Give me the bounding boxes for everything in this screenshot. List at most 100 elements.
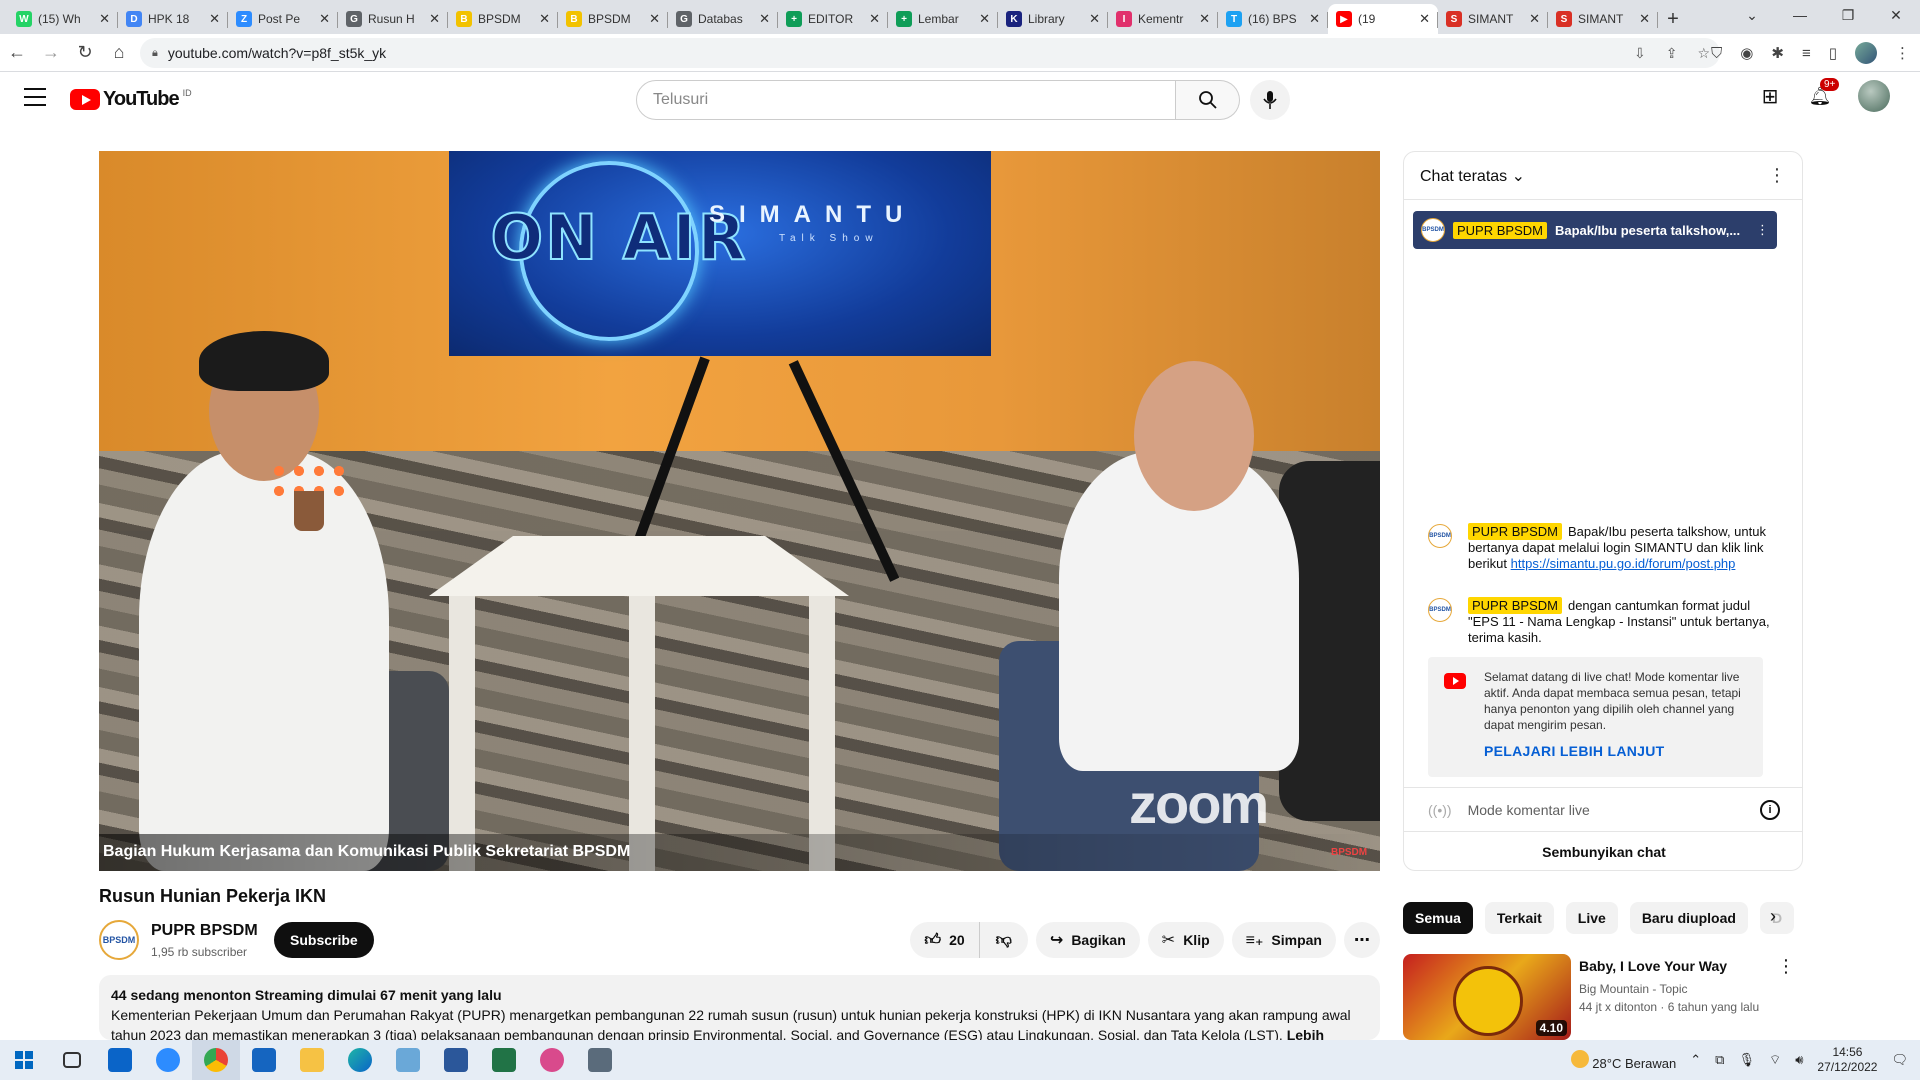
shield-extension-icon[interactable]: ⛉ [1711,45,1722,62]
info-icon[interactable]: i [1760,799,1780,820]
video-thumbnail[interactable]: 4.10 [1403,954,1571,1040]
tab-close-icon[interactable]: ✕ [1639,11,1650,27]
browser-tab[interactable]: K Library ✕ [998,4,1108,34]
mail-app-icon[interactable] [96,1040,144,1080]
browser-tab[interactable]: D HPK 18 ✕ [118,4,228,34]
learn-more-link[interactable]: PELAJARI LEBIH LANJUT [1484,743,1751,759]
media-app-icon[interactable] [384,1040,432,1080]
chip-partial[interactable]: D [1759,902,1795,934]
browser-tab[interactable]: + Lembar ✕ [888,4,998,34]
edge-app-icon[interactable] [336,1040,384,1080]
browser-tab[interactable]: G Rusun H ✕ [338,4,448,34]
tab-close-icon[interactable]: ✕ [539,11,550,27]
more-vertical-icon[interactable]: ⋮ [1777,956,1795,977]
pinned-menu-icon[interactable]: ⋮ [1756,222,1769,238]
create-video-icon[interactable]: ⊞ [1758,84,1782,108]
search-input[interactable]: Telusuri [636,80,1176,120]
store-app-icon[interactable] [240,1040,288,1080]
browser-tab[interactable]: Z Post Pe ✕ [228,4,338,34]
chip-terkait[interactable]: Terkait [1484,902,1554,934]
browser-tab[interactable]: ▶ (19 ✕ [1328,4,1438,34]
calculator-app-icon[interactable] [576,1040,624,1080]
menu-icon[interactable] [24,88,46,106]
zoom-app-icon[interactable] [144,1040,192,1080]
url-field[interactable]: 🔒︎ youtube.com/watch?v=p8f_st5k_yk ⇩ ⇪ ☆ [140,38,1720,68]
pinned-message[interactable]: BPSDM PUPR BPSDM Bapak/Ibu peserta talks… [1413,211,1777,249]
tab-close-icon[interactable]: ✕ [429,11,440,27]
close-window-button[interactable]: ✕ [1872,0,1920,30]
tab-close-icon[interactable]: ✕ [649,11,660,27]
save-button[interactable]: ≡₊ Simpan [1231,922,1336,958]
browser-tab[interactable]: T (16) BPS ✕ [1218,4,1328,34]
browser-tab[interactable]: S SIMANT ✕ [1438,4,1548,34]
chip-baru-diupload[interactable]: Baru diupload [1629,902,1748,934]
bookmark-star-icon[interactable]: ☆ [1697,45,1710,62]
recommended-channel[interactable]: Big Mountain - Topic [1579,982,1688,996]
file-explorer-icon[interactable] [288,1040,336,1080]
browser-tab[interactable]: G Databas ✕ [668,4,778,34]
meet-now-icon[interactable]: ⧉ [1715,1052,1724,1068]
chip-semua[interactable]: Semua [1403,902,1473,934]
back-button[interactable]: ← [0,36,34,70]
tab-close-icon[interactable]: ✕ [869,11,880,27]
wifi-icon[interactable]: ⌔ [1769,1052,1781,1068]
weather-widget[interactable]: 28°C Berawan [1570,1049,1676,1071]
recommended-video[interactable]: 4.10 Baby, I Love Your Way Big Mountain … [1403,954,1803,1040]
chrome-app-icon[interactable] [192,1040,240,1080]
chip-live[interactable]: Live [1565,902,1618,934]
share-page-icon[interactable]: ⇪ [1666,45,1678,62]
camera-extension-icon[interactable]: ◉ [1740,44,1753,62]
hide-chat-button[interactable]: Sembunyikan chat [1404,831,1802,870]
excel-app-icon[interactable] [480,1040,528,1080]
forward-button[interactable]: → [34,36,68,70]
channel-avatar[interactable]: BPSDM [99,920,139,960]
like-button[interactable]: 👍︎ 20 [910,922,980,958]
snipping-tool-icon[interactable] [528,1040,576,1080]
minimize-button[interactable]: — [1776,0,1824,30]
install-app-icon[interactable]: ⇩ [1634,45,1646,62]
chat-menu-icon[interactable]: ⋮ [1768,165,1786,186]
reload-button[interactable]: ↻ [68,36,102,70]
media-controls-icon[interactable]: ≡ [1802,45,1811,62]
task-view-icon[interactable] [48,1040,96,1080]
tab-search-icon[interactable]: ⌄ [1728,0,1776,30]
recommended-title[interactable]: Baby, I Love Your Way [1579,958,1727,974]
clip-button[interactable]: ✂ Klip [1147,922,1224,958]
tab-close-icon[interactable]: ✕ [1419,11,1430,27]
tab-close-icon[interactable]: ✕ [759,11,770,27]
profile-avatar[interactable] [1855,42,1877,64]
side-panel-icon[interactable]: ▯ [1829,44,1837,62]
tab-close-icon[interactable]: ✕ [99,11,110,27]
tab-close-icon[interactable]: ✕ [319,11,330,27]
browser-tab[interactable]: W (15) Wh ✕ [8,4,118,34]
description-box[interactable]: 44 sedang menonton Streaming dimulai 67 … [99,975,1380,1040]
browser-tab[interactable]: B BPSDM ✕ [558,4,668,34]
notification-center-icon[interactable]: 🗨︎ [1891,1052,1908,1068]
clock[interactable]: 14:56 27/12/2022 [1817,1045,1877,1075]
more-actions-button[interactable]: ⋯ [1344,922,1380,958]
tab-close-icon[interactable]: ✕ [1089,11,1100,27]
search-button[interactable] [1176,80,1240,120]
subscribe-button[interactable]: Subscribe [274,922,374,958]
browser-tab[interactable]: S SIMANT ✕ [1548,4,1658,34]
notifications-button[interactable]: 🔔︎ 9+ [1808,78,1840,108]
channel-name[interactable]: PUPR BPSDM [151,922,258,940]
microphone-tray-icon[interactable]: 🎙︎ [1738,1052,1755,1068]
chat-view-selector[interactable]: Chat teratas ⌄ [1420,166,1525,186]
video-player[interactable]: ON AIR SIMANTU Talk Show zoom Bagian Huk… [99,151,1380,871]
tab-close-icon[interactable]: ✕ [209,11,220,27]
youtube-logo[interactable]: YouTube ID [70,88,192,111]
tab-close-icon[interactable]: ✕ [1199,11,1210,27]
start-button[interactable] [0,1040,48,1080]
account-avatar[interactable] [1858,80,1890,112]
voice-search-button[interactable] [1250,80,1290,120]
puzzle-extensions-icon[interactable]: ✱ [1771,44,1784,62]
tab-close-icon[interactable]: ✕ [979,11,990,27]
tab-close-icon[interactable]: ✕ [1529,11,1540,27]
browser-tab[interactable]: B BPSDM ✕ [448,4,558,34]
home-button[interactable]: ⌂ [102,36,136,70]
tab-close-icon[interactable]: ✕ [1309,11,1320,27]
chevron-right-icon[interactable]: › [1770,906,1776,927]
maximize-button[interactable]: ❐ [1824,0,1872,30]
browser-menu-icon[interactable]: ⋮ [1895,44,1910,62]
